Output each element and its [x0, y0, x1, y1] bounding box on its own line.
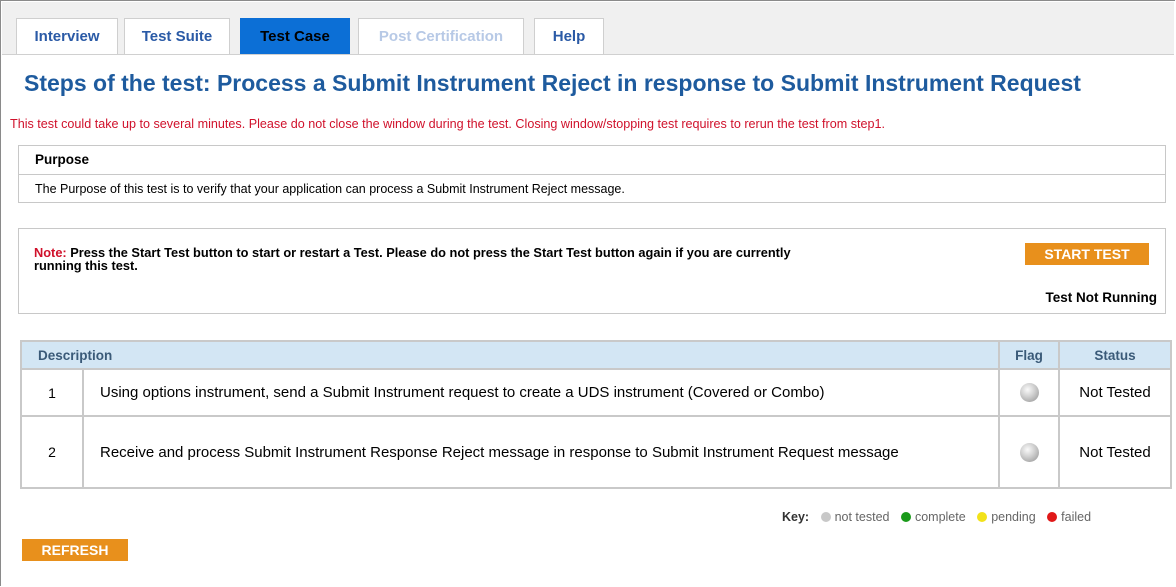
purpose-box: Purpose The Purpose of this test is to v… — [18, 145, 1166, 203]
step-number: 2 — [20, 415, 84, 489]
warning-message: This test could take up to several minut… — [10, 117, 886, 131]
note-message: Note: Press the Start Test button to sta… — [34, 246, 834, 272]
step-flag — [998, 368, 1061, 417]
status-header: Status — [1058, 340, 1173, 370]
step-flag — [998, 415, 1061, 489]
step-status: Not Tested — [1058, 368, 1173, 417]
tab-post-certification: Post Certification — [358, 18, 524, 54]
flag-not-tested-icon — [1019, 383, 1039, 402]
key-item-pending: pending — [977, 510, 1036, 524]
key-item-label: not tested — [834, 510, 890, 524]
test-run-status: Test Not Running — [1045, 290, 1157, 305]
key-item-failed: failed — [1047, 510, 1091, 524]
refresh-button[interactable]: REFRESH — [22, 539, 128, 561]
steps-table: Description Flag Status 1 Using options … — [19, 340, 1173, 489]
failed-dot-icon — [1047, 512, 1058, 522]
description-header: Description — [19, 340, 1001, 370]
tab-help[interactable]: Help — [534, 18, 604, 54]
tab-bar: Interview Test Suite Test Case Post Cert… — [2, 2, 1174, 55]
table-row: 1 Using options instrument, send a Submi… — [20, 368, 1173, 417]
tab-test-case[interactable]: Test Case — [240, 18, 350, 54]
not-tested-dot-icon — [820, 512, 831, 522]
purpose-heading: Purpose — [19, 146, 1165, 175]
key-item-label: pending — [991, 510, 1036, 524]
step-number: 1 — [20, 368, 84, 417]
flag-not-tested-icon — [1019, 442, 1039, 462]
key-label: Key: — [782, 510, 810, 524]
note-box: Note: Press the Start Test button to sta… — [18, 228, 1166, 314]
key-item-label: failed — [1061, 510, 1092, 524]
purpose-text: The Purpose of this test is to verify th… — [35, 182, 625, 196]
pending-dot-icon — [977, 512, 988, 522]
tab-test-suite[interactable]: Test Suite — [124, 18, 230, 54]
tab-interview[interactable]: Interview — [16, 18, 118, 54]
step-status: Not Tested — [1058, 415, 1173, 489]
complete-dot-icon — [900, 512, 911, 522]
note-text: Press the Start Test button to start or … — [34, 245, 791, 273]
start-test-button[interactable]: START TEST — [1025, 243, 1149, 265]
flag-header: Flag — [998, 340, 1061, 370]
table-header-row: Description Flag Status — [19, 340, 1173, 370]
status-key: Key: not tested complete pending failed — [782, 510, 1091, 524]
key-item-complete: complete — [900, 510, 966, 524]
step-description: Receive and process Submit Instrument Re… — [81, 415, 1001, 489]
step-description: Using options instrument, send a Submit … — [81, 368, 1001, 417]
key-item-not-tested: not tested — [820, 510, 890, 524]
table-row: 2 Receive and process Submit Instrument … — [20, 415, 1173, 489]
page-title: Steps of the test: Process a Submit Inst… — [24, 70, 1081, 96]
key-item-label: complete — [914, 510, 966, 524]
